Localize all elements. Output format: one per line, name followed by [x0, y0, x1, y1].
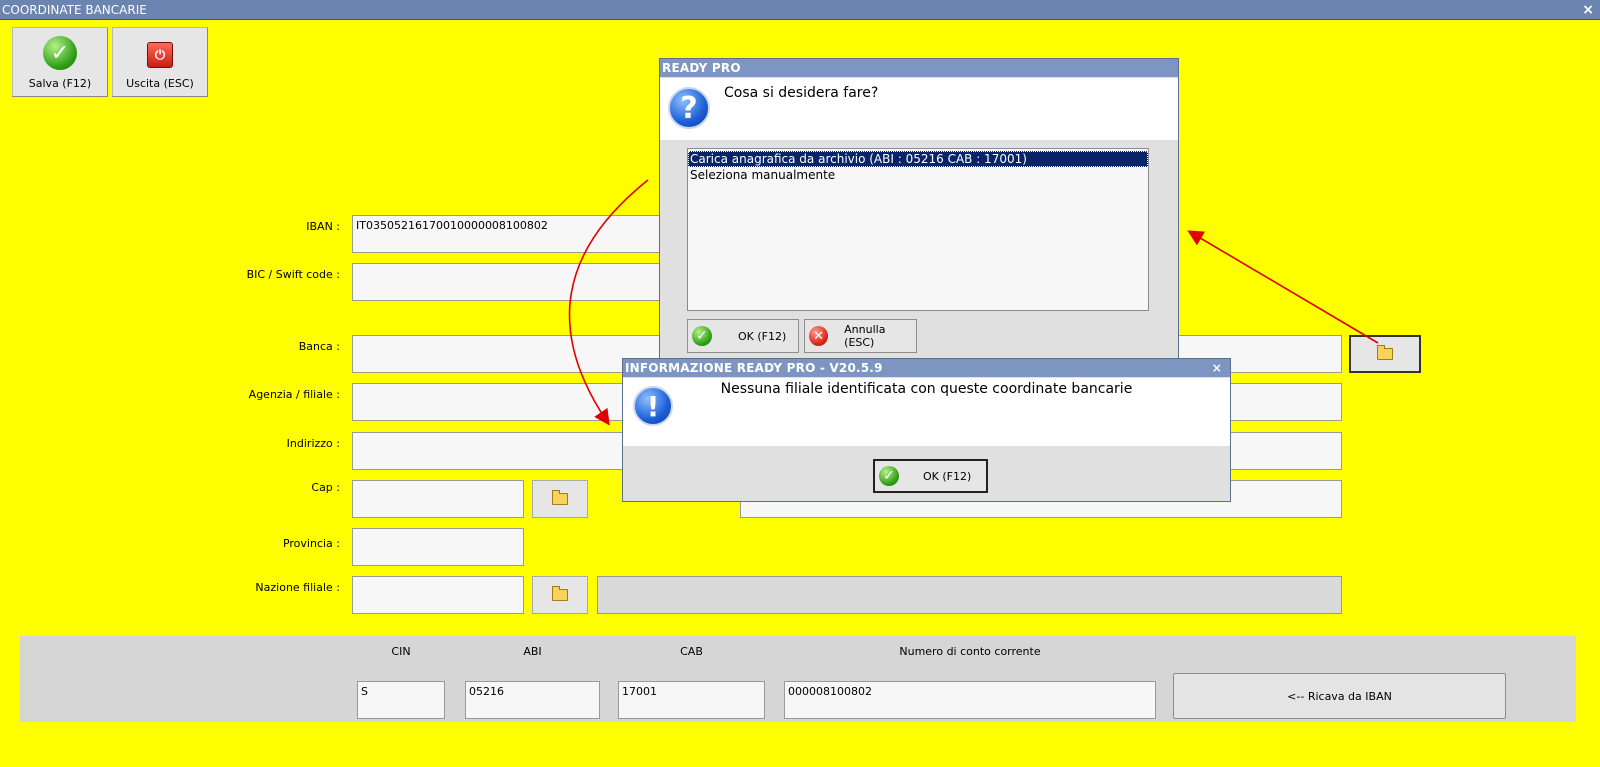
annotation-arrow-to-dialog — [1187, 230, 1379, 344]
annotation-arrows — [568, 179, 1379, 426]
annotation-arrow-to-info — [568, 179, 649, 426]
